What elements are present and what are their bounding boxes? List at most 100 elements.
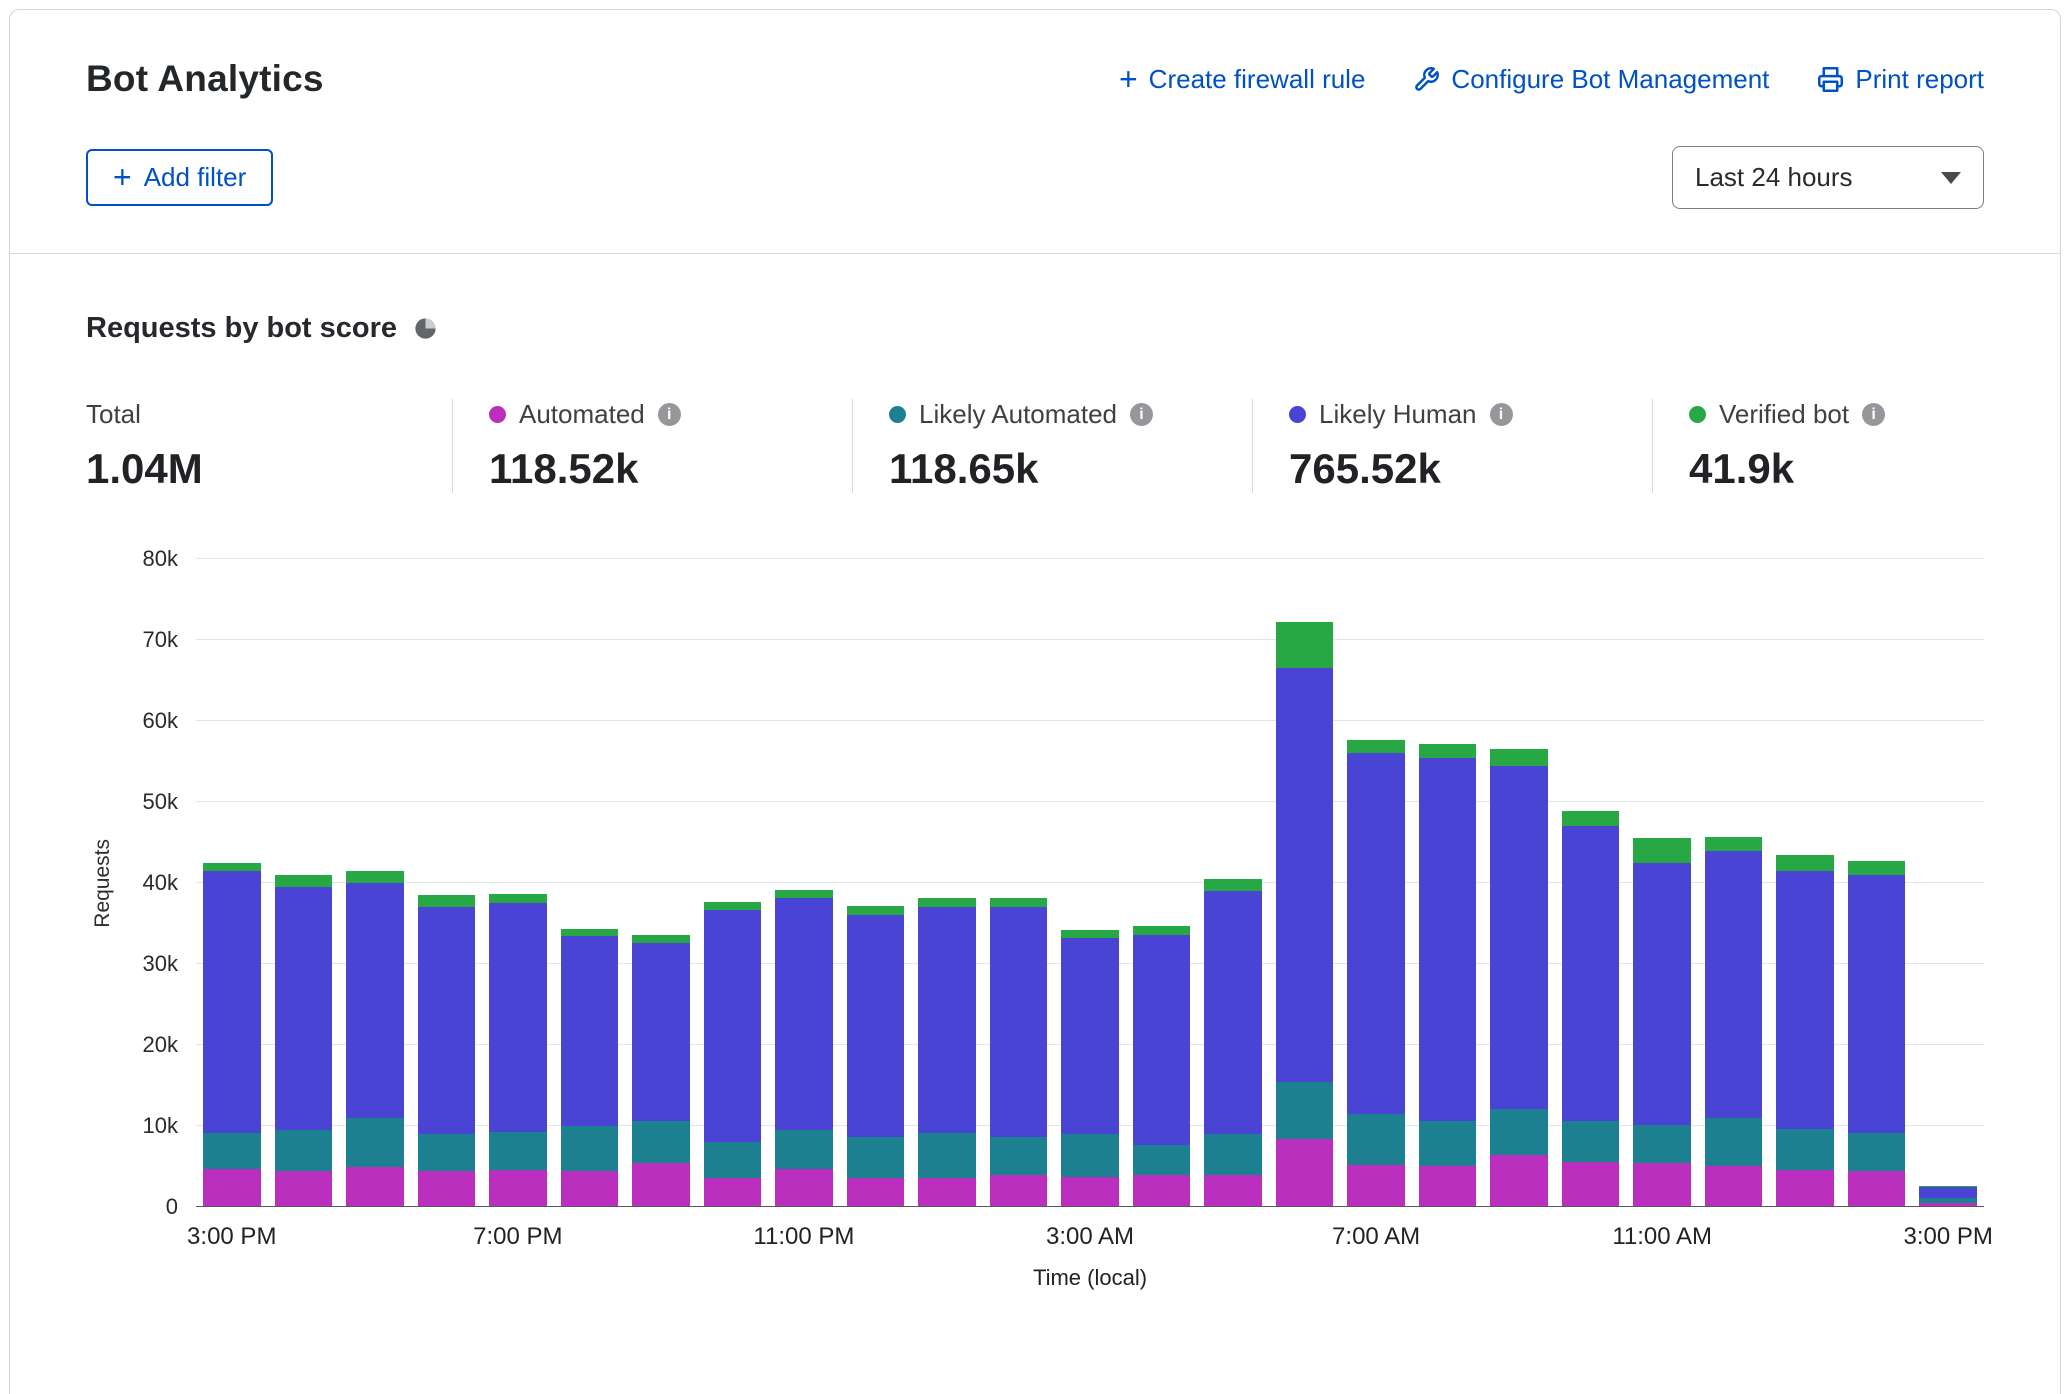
segment-verified-bot <box>704 902 762 910</box>
segment-likely-automated <box>918 1133 976 1178</box>
stacked-bar-18[interactable] <box>1490 559 1548 1207</box>
stacked-bar-0[interactable] <box>203 559 261 1207</box>
stat-value: 118.65k <box>889 445 1252 493</box>
segment-automated <box>918 1178 976 1207</box>
print-report-link[interactable]: Print report <box>1817 64 1984 95</box>
stacked-bar-6[interactable] <box>632 559 690 1207</box>
header-filter-row: + Add filter Last 24 hours <box>86 146 1984 253</box>
stat-verified-bot-label-row: Verified bot i <box>1689 399 1885 430</box>
stat-label: Likely Human <box>1319 399 1477 430</box>
stacked-bar-14[interactable] <box>1204 559 1262 1207</box>
configure-bot-management-link[interactable]: Configure Bot Management <box>1413 64 1769 95</box>
stacked-bar-8[interactable] <box>775 559 833 1207</box>
stacked-bar-1[interactable] <box>275 559 333 1207</box>
stat-value: 765.52k <box>1289 445 1652 493</box>
segment-likely-human <box>418 907 476 1134</box>
segment-likely-automated <box>203 1133 261 1169</box>
stacked-bar-11[interactable] <box>990 559 1048 1207</box>
stacked-bar-10[interactable] <box>918 559 976 1207</box>
y-tick-label: 10k <box>143 1113 178 1139</box>
stat-verified-bot: Verified bot i 41.9k <box>1652 399 1885 493</box>
segment-automated <box>847 1178 905 1207</box>
segment-verified-bot <box>1490 749 1548 765</box>
y-tick-label: 40k <box>143 870 178 896</box>
segment-likely-automated <box>418 1134 476 1171</box>
verified-bot-legend-dot <box>1689 406 1706 423</box>
segment-likely-human <box>1061 938 1119 1134</box>
segment-likely-automated <box>1204 1134 1262 1175</box>
x-tick-label: 7:00 PM <box>473 1223 562 1251</box>
stat-automated-label-row: Automated i <box>489 399 852 430</box>
segment-automated <box>1347 1165 1405 1207</box>
x-axis-baseline <box>196 1206 1984 1207</box>
x-tick-label: 11:00 PM <box>753 1223 854 1251</box>
info-icon[interactable]: i <box>1490 403 1513 426</box>
stacked-bar-22[interactable] <box>1776 559 1834 1207</box>
segment-likely-human <box>1848 875 1906 1133</box>
page-header: Bot Analytics + Create firewall rule Con… <box>10 10 2060 254</box>
stacked-bar-3[interactable] <box>418 559 476 1207</box>
stat-value: 1.04M <box>86 445 452 493</box>
stacked-bar-5[interactable] <box>561 559 619 1207</box>
segment-likely-human <box>775 898 833 1130</box>
x-tick-label: 3:00 PM <box>1904 1223 1993 1251</box>
segment-likely-automated <box>1490 1109 1548 1155</box>
segment-likely-human <box>704 910 762 1142</box>
stat-likely-automated: Likely Automated i 118.65k <box>852 399 1252 493</box>
x-axis-title: Time (local) <box>196 1265 1984 1301</box>
automated-legend-dot <box>489 406 506 423</box>
segment-likely-automated <box>1562 1121 1620 1162</box>
stacked-bar-23[interactable] <box>1848 559 1906 1207</box>
segment-likely-human <box>1276 668 1334 1083</box>
stacked-bar-16[interactable] <box>1347 559 1405 1207</box>
time-range-value: Last 24 hours <box>1695 162 1853 193</box>
x-axis-tick-labels: 3:00 PM7:00 PM11:00 PM3:00 AM7:00 AM11:0… <box>196 1207 1984 1265</box>
segment-verified-bot <box>1276 622 1334 667</box>
segment-likely-human <box>918 907 976 1134</box>
print-report-label: Print report <box>1855 64 1984 95</box>
create-firewall-rule-link[interactable]: + Create firewall rule <box>1119 64 1365 95</box>
add-filter-button[interactable]: + Add filter <box>86 149 273 206</box>
stacked-bar-20[interactable] <box>1633 559 1691 1207</box>
segment-automated <box>275 1171 333 1207</box>
segment-likely-human <box>1347 753 1405 1113</box>
add-filter-label: Add filter <box>144 162 247 193</box>
stat-label: Total <box>86 399 141 430</box>
segment-likely-automated <box>847 1137 905 1178</box>
bars-container <box>196 559 1984 1207</box>
stat-automated: Automated i 118.52k <box>452 399 852 493</box>
info-icon[interactable]: i <box>1130 403 1153 426</box>
stat-label: Verified bot <box>1719 399 1849 430</box>
stacked-bar-15[interactable] <box>1276 559 1334 1207</box>
stacked-bar-24[interactable] <box>1919 559 1977 1207</box>
segment-verified-bot <box>1204 879 1262 891</box>
segment-likely-human <box>1705 851 1763 1118</box>
info-icon[interactable]: i <box>1862 403 1885 426</box>
segment-automated <box>1776 1170 1834 1207</box>
segment-likely-automated <box>1705 1118 1763 1166</box>
stat-likely-automated-label-row: Likely Automated i <box>889 399 1252 430</box>
stacked-bar-21[interactable] <box>1705 559 1763 1207</box>
info-icon[interactable]: i <box>658 403 681 426</box>
section-title: Requests by bot score <box>86 312 397 345</box>
time-range-select[interactable]: Last 24 hours <box>1672 146 1984 209</box>
header-top-row: Bot Analytics + Create firewall rule Con… <box>86 58 1984 100</box>
stacked-bar-17[interactable] <box>1419 559 1477 1207</box>
stacked-bar-2[interactable] <box>346 559 404 1207</box>
stacked-bar-4[interactable] <box>489 559 547 1207</box>
segment-verified-bot <box>1562 811 1620 826</box>
segment-verified-bot <box>918 898 976 906</box>
stacked-bar-9[interactable] <box>847 559 905 1207</box>
stacked-bar-12[interactable] <box>1061 559 1119 1207</box>
segment-likely-human <box>275 887 333 1130</box>
segment-likely-automated <box>1061 1134 1119 1177</box>
stacked-bar-7[interactable] <box>704 559 762 1207</box>
main-content: Requests by bot score Total 1.04M Automa… <box>10 254 2060 1343</box>
segment-automated <box>1061 1177 1119 1207</box>
stacked-bar-13[interactable] <box>1133 559 1191 1207</box>
stacked-bar-19[interactable] <box>1562 559 1620 1207</box>
page-title: Bot Analytics <box>86 58 324 100</box>
stat-likely-human: Likely Human i 765.52k <box>1252 399 1652 493</box>
stat-value: 41.9k <box>1689 445 1885 493</box>
segment-likely-automated <box>632 1121 690 1163</box>
